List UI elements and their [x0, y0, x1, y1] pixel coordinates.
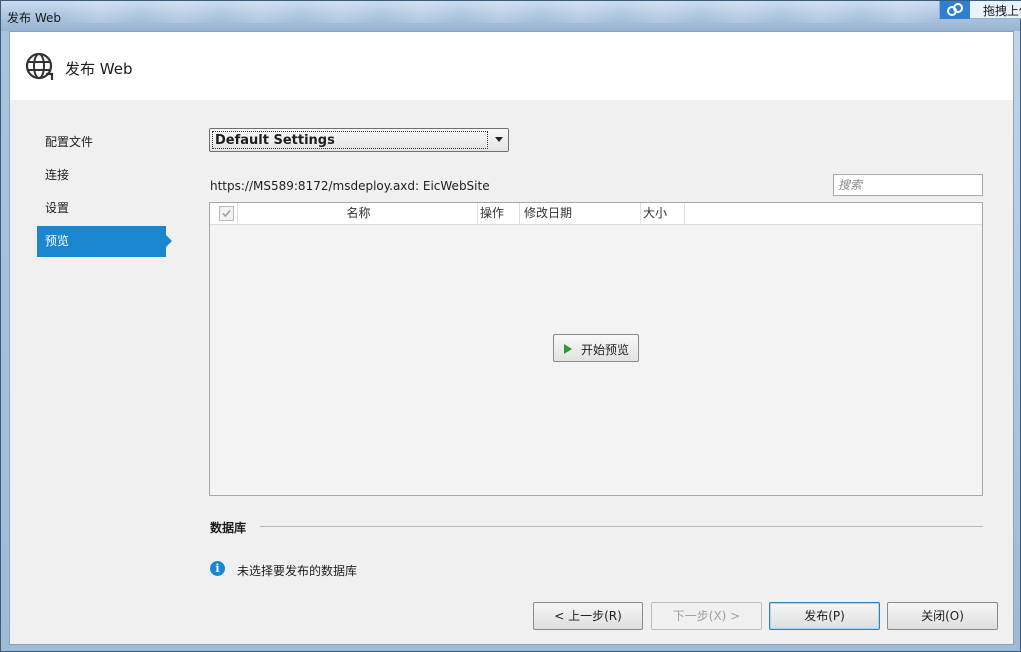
info-icon: i [210, 561, 225, 576]
grid-header: 名称 操作 修改日期 大小 [210, 203, 982, 225]
target-url-label: https://MS589:8172/msdeploy.axd: EicWebS… [210, 179, 490, 193]
publish-web-window: 发布 Web 拖拽上传 发布 Web 配置文件 [0, 0, 1021, 652]
page-title: 发布 Web [65, 60, 133, 78]
window-frame-edge [1014, 31, 1020, 645]
drag-upload-widget[interactable]: 拖拽上传 [939, 1, 1021, 19]
dialog-header: 发布 Web [10, 32, 1013, 100]
drag-upload-label: 拖拽上传 [983, 4, 1021, 18]
globe-icon [24, 50, 56, 82]
sidebar-item-profile[interactable]: 配置文件 [37, 127, 173, 158]
sidebar-nav: 配置文件 连接 设置 预览 [37, 127, 173, 259]
preview-file-grid: 名称 操作 修改日期 大小 开始预览 [209, 202, 983, 496]
sidebar-item-preview[interactable]: 预览 [37, 226, 172, 257]
publish-button[interactable]: 发布(P) [769, 602, 880, 630]
title-bar-background [61, 1, 941, 23]
close-button[interactable]: 关闭(O) [887, 602, 998, 630]
column-header-name[interactable]: 名称 [238, 203, 478, 224]
search-input[interactable] [833, 174, 983, 196]
previous-button[interactable]: < 上一步(R) [533, 602, 643, 630]
profile-select-value: Default Settings [212, 131, 488, 149]
column-header-size[interactable]: 大小 [641, 203, 685, 224]
database-message: 未选择要发布的数据库 [237, 564, 358, 578]
grid-header-select-all[interactable] [210, 203, 238, 224]
column-header-modified-date[interactable]: 修改日期 [520, 203, 641, 224]
profile-select[interactable]: Default Settings [209, 128, 509, 152]
start-preview-label: 开始预览 [581, 343, 630, 357]
database-section-title: 数据库 [210, 521, 247, 535]
dialog-client-area: 发布 Web 配置文件 连接 设置 预览 Default Settings ht… [9, 31, 1014, 645]
chevron-down-icon [495, 137, 503, 142]
next-button[interactable]: 下一步(X) > [651, 602, 762, 630]
window-title: 发布 Web [7, 11, 61, 25]
play-icon [564, 344, 572, 354]
sidebar-item-settings[interactable]: 设置 [37, 193, 173, 224]
section-divider [260, 526, 983, 527]
title-bar[interactable]: 发布 Web [1, 1, 1020, 31]
checkbox-checked-icon [219, 206, 234, 221]
start-preview-button[interactable]: 开始预览 [553, 334, 639, 362]
sidebar-item-connection[interactable]: 连接 [37, 160, 173, 191]
column-header-action[interactable]: 操作 [478, 203, 520, 224]
cloud-upload-icon [940, 1, 970, 19]
